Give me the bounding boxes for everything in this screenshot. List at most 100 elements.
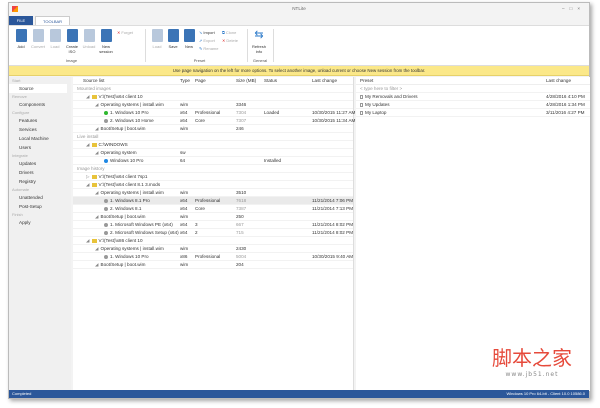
sidebar-item-services[interactable]: Services	[9, 125, 71, 134]
table-row[interactable]: ◢ Boot/Setup | boot.wim wim 204	[73, 261, 353, 269]
table-row[interactable]: ◢ Boot/Setup | boot.wim wim 250	[73, 213, 353, 221]
expand-chevron-icon[interactable]: ▷	[86, 174, 90, 179]
source-name: ◢ Boot/Setup | boot.wim	[95, 213, 145, 221]
expand-chevron-icon[interactable]: ◢	[95, 190, 99, 195]
preset-button-save[interactable]: Save	[165, 29, 181, 49]
table-row[interactable]: ◢ Operating system sw	[73, 149, 353, 157]
column-header[interactable]: Last change	[312, 77, 337, 85]
cell-date: 11/21/2014 7:13 PM	[312, 206, 354, 211]
table-row[interactable]: Image history	[73, 165, 353, 173]
expand-chevron-icon[interactable]: ◢	[95, 126, 99, 131]
sidebar-item-source[interactable]: Source	[9, 84, 67, 93]
cell-size: 204	[236, 262, 244, 267]
table-row[interactable]: 2. Microsoft Windows Setup (x64) x64 2 715 1…	[73, 229, 353, 237]
col-preset[interactable]: Preset	[360, 77, 373, 85]
sidebar-item-updates[interactable]: Updates	[9, 159, 71, 168]
preset-row[interactable]: My Laptop 3/11/2016 4:27 PM	[356, 109, 590, 117]
sidebar-item-local-machine[interactable]: Local Machine	[9, 134, 71, 143]
cell-type: wim	[180, 190, 189, 195]
preset-button-new[interactable]: New	[181, 29, 197, 49]
preset-import-button[interactable]: ➘ Import	[199, 30, 215, 35]
preset-delete-button[interactable]: ✕ Delete	[222, 38, 238, 43]
preset-rename-button[interactable]: ✎ Rename	[199, 46, 218, 51]
table-row[interactable]: ◢ V:\(Test)\x64 client 8.1 3.mods	[73, 181, 353, 189]
tab-file[interactable]: FILE	[9, 16, 33, 25]
table-row[interactable]: ◢ C:\WINDOWS	[73, 141, 353, 149]
table-row[interactable]: ◢ Operating systems | install.wim wim 3346	[73, 101, 353, 109]
column-header[interactable]: Type	[180, 77, 190, 85]
preset-button-load[interactable]: Load	[149, 29, 165, 49]
window-controls[interactable]: –□×	[562, 3, 585, 15]
preset-row[interactable]: My Updates 4/28/2016 1:34 PM	[356, 101, 590, 109]
column-header[interactable]: Size (MB)	[236, 77, 256, 85]
tab-toolbar[interactable]: TOOLBAR	[35, 16, 71, 25]
name-text: Image history	[77, 166, 105, 171]
table-row[interactable]: 2. Windows 8.1 x64 Core 7387 11/21/2014 7:13…	[73, 205, 353, 213]
table-row[interactable]: ◢ V:\(Test)\x64 client 10	[73, 93, 353, 101]
source-name: ◢ V:\(Test)\x64 client 8.1 3.mods	[86, 181, 160, 189]
table-row[interactable]: ◢ Operating systems | install.wim wim 3510	[73, 189, 353, 197]
source-name: 1. Windows 10 Pro	[104, 109, 149, 117]
image-icon	[49, 29, 61, 42]
table-row[interactable]: 1. Windows 10 Pro x64 Professional 7304 Load…	[73, 109, 355, 117]
preset-date: 4/28/2016 1:34 PM	[546, 102, 585, 107]
expand-chevron-icon[interactable]: ◢	[95, 150, 99, 155]
table-row[interactable]: ◢ Boot/Setup | boot.wim wim 246	[73, 125, 353, 133]
expand-chevron-icon[interactable]: ◢	[86, 182, 90, 187]
table-row[interactable]: 1. Microsoft Windows PE (x64) x64 3 667 11/2…	[73, 221, 353, 229]
table-row[interactable]: ▷ V:\(Test)\x64 client 7sp1	[73, 173, 353, 181]
cell-type: sw	[180, 150, 186, 155]
ribbon-button-create-iso[interactable]: Create ISO	[64, 29, 80, 54]
table-row[interactable]: 1. Windows 8.1 Pro x64 Professional 7618 11/…	[73, 197, 353, 205]
table-row[interactable]: 1. Windows 10 Pro x86 Professional 5004 10/3…	[73, 253, 353, 261]
column-header[interactable]: Status	[264, 77, 277, 85]
button-label: New	[184, 44, 193, 49]
preset-row[interactable]: My Removals and Drivers 4/28/2016 4:10 PM	[356, 93, 590, 101]
table-row[interactable]: Mounted images	[73, 85, 353, 93]
sidebar-section-start: Start	[12, 78, 21, 83]
cell-date: 11/21/2014 8:02 PM	[312, 230, 354, 235]
document-icon	[183, 29, 195, 42]
button-label: Unload	[82, 44, 96, 49]
sidebar-item-drivers[interactable]: Drivers	[9, 168, 71, 177]
sidebar-item-components[interactable]: Components	[9, 100, 71, 109]
sidebar-item-unattended[interactable]: Unattended	[9, 193, 71, 202]
expand-chevron-icon[interactable]: ◢	[95, 102, 99, 107]
folder-icon	[91, 94, 97, 99]
expand-chevron-icon[interactable]: ◢	[95, 262, 99, 267]
table-row[interactable]: Live install	[73, 133, 353, 141]
table-row[interactable]: Windows 10 Pro 64 Installed	[73, 157, 353, 165]
edition-status-icon	[104, 110, 108, 115]
col-last-change[interactable]: Last change	[546, 77, 571, 85]
sidebar-item-features[interactable]: Features	[9, 116, 71, 125]
source-name: ◢ Operating systems | install.wim	[95, 245, 164, 253]
expand-chevron-icon[interactable]: ◢	[86, 94, 90, 99]
column-header[interactable]: Source list	[83, 77, 104, 85]
table-row[interactable]: ◢ Operating systems | install.wim wim 2430	[73, 245, 353, 253]
cell-size: 246	[236, 126, 244, 131]
cell-date: 11/21/2014 7:06 PM	[312, 198, 354, 203]
ribbon-button-unload[interactable]: Unload	[81, 29, 97, 49]
expand-chevron-icon[interactable]: ◢	[95, 214, 99, 219]
table-row[interactable]: 2. Windows 10 Home x64 Core 7307 10/30/2015 …	[73, 117, 355, 125]
cell-type: wim	[180, 246, 189, 251]
expand-chevron-icon[interactable]: ◢	[86, 238, 90, 243]
preset-clone-button[interactable]: ⧉ Clone	[222, 30, 236, 35]
table-row[interactable]: ◢ V:\(Test)\x86 client 10	[73, 237, 353, 245]
preset-list: My Removals and Drivers 4/28/2016 4:10 PM…	[356, 93, 590, 117]
sidebar-item-apply[interactable]: Apply	[9, 218, 71, 227]
ribbon-button-new-session[interactable]: New session	[98, 29, 114, 54]
expand-chevron-icon[interactable]: ◢	[95, 246, 99, 251]
expand-chevron-icon[interactable]: ◢	[86, 142, 90, 147]
ribbon-button-add[interactable]: Add	[13, 29, 29, 49]
sidebar-item-post-setup[interactable]: Post-Setup	[9, 202, 71, 211]
forget-button[interactable]: ✕ Forget	[117, 30, 133, 35]
ribbon-button-load[interactable]: Load	[47, 29, 63, 49]
refresh-info-button[interactable]: ⇆ Refresh info	[249, 29, 269, 54]
sidebar-item-users[interactable]: Users	[9, 143, 71, 152]
ribbon-button-convert[interactable]: Convert	[30, 29, 46, 49]
preset-filter-input[interactable]: < type here to filter >	[356, 85, 590, 93]
column-header[interactable]: Page	[195, 77, 206, 85]
preset-export-button[interactable]: ➚ Export	[199, 38, 215, 43]
sidebar-item-registry[interactable]: Registry	[9, 177, 71, 186]
